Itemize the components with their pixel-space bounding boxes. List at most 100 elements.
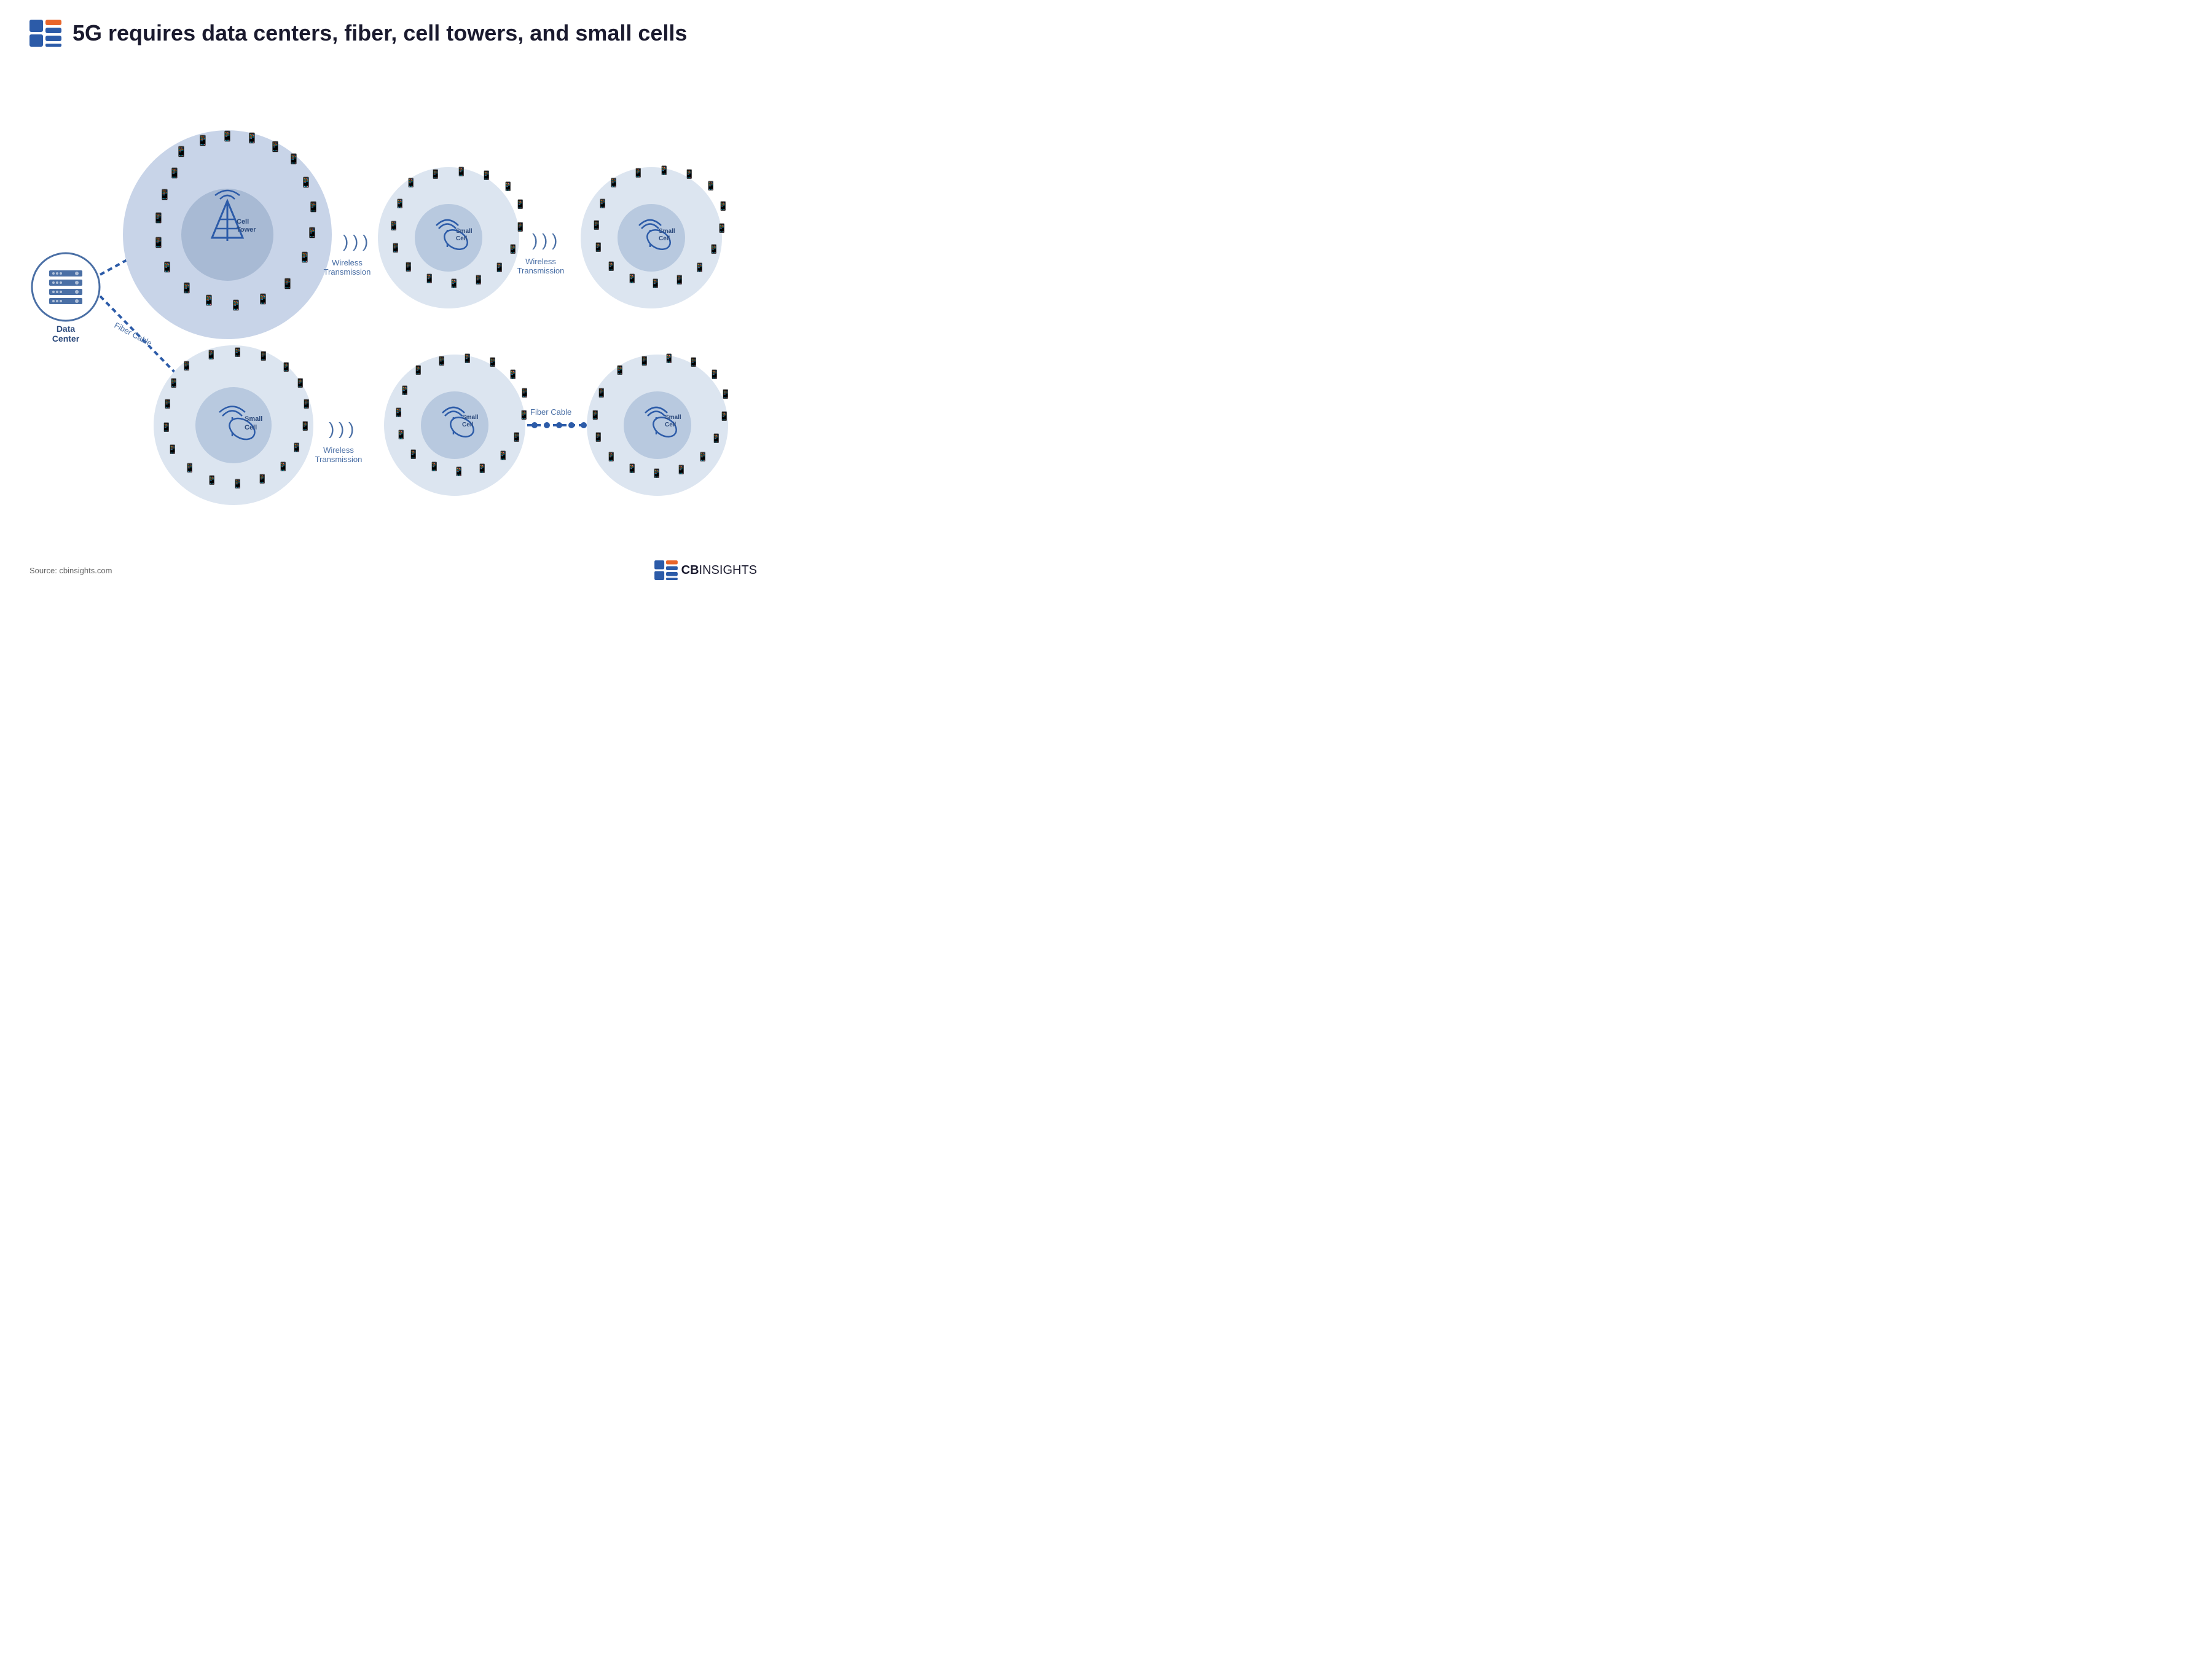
- svg-text:Transmission: Transmission: [324, 267, 371, 276]
- svg-text:📱: 📱: [508, 369, 518, 380]
- svg-text:📱: 📱: [591, 220, 602, 230]
- svg-text:📱: 📱: [627, 273, 637, 284]
- svg-text:📱: 📱: [152, 212, 165, 224]
- svg-text:): ): [532, 230, 538, 249]
- svg-text:Cell: Cell: [659, 235, 670, 242]
- svg-text:📱: 📱: [508, 244, 518, 254]
- svg-text:): ): [542, 230, 547, 249]
- svg-text:📱: 📱: [515, 222, 525, 232]
- svg-text:📱: 📱: [221, 130, 233, 142]
- svg-text:📱: 📱: [633, 168, 643, 178]
- svg-text:Cell: Cell: [462, 422, 474, 428]
- svg-text:📱: 📱: [719, 411, 729, 422]
- svg-text:📱: 📱: [232, 347, 243, 358]
- svg-text:): ): [552, 230, 557, 249]
- source-text: Source: cbinsights.com: [29, 566, 112, 575]
- svg-text:📱: 📱: [515, 199, 525, 210]
- svg-text:📱: 📱: [519, 410, 529, 420]
- svg-text:📱: 📱: [206, 350, 216, 360]
- svg-text:): ): [339, 419, 344, 438]
- svg-text:📱: 📱: [716, 223, 727, 233]
- svg-text:Small: Small: [245, 415, 262, 423]
- svg-text:📱: 📱: [307, 201, 320, 213]
- svg-text:Data: Data: [57, 324, 76, 334]
- svg-text:📱: 📱: [473, 275, 484, 285]
- svg-text:📱: 📱: [606, 261, 616, 272]
- svg-text:): ): [329, 419, 334, 438]
- svg-text:📱: 📱: [403, 262, 414, 272]
- page-title: 5G requires data centers, fiber, cell to…: [73, 21, 687, 45]
- svg-text:📱: 📱: [159, 189, 171, 200]
- svg-text:Small: Small: [665, 414, 681, 421]
- diagram-svg: Fiber Cable Fiber Cable Fiber Cable Data…: [0, 57, 786, 560]
- svg-text:📱: 📱: [664, 353, 674, 364]
- svg-text:📱: 📱: [456, 167, 466, 177]
- svg-text:📱: 📱: [705, 181, 716, 191]
- svg-text:📱: 📱: [494, 262, 504, 273]
- svg-text:📱: 📱: [288, 153, 300, 165]
- svg-text:Wireless: Wireless: [323, 445, 354, 455]
- svg-text:📱: 📱: [608, 178, 619, 188]
- svg-text:📱: 📱: [408, 449, 418, 460]
- svg-text:📱: 📱: [396, 429, 406, 440]
- svg-text:📱: 📱: [306, 227, 318, 238]
- svg-text:📱: 📱: [230, 299, 242, 311]
- svg-text:📱: 📱: [299, 251, 311, 263]
- svg-text:📱: 📱: [627, 463, 637, 474]
- svg-text:📱: 📱: [720, 389, 731, 399]
- svg-text:📱: 📱: [708, 244, 719, 254]
- footer: Source: cbinsights.com CBINSIGHTS: [0, 560, 786, 580]
- svg-text:📱: 📱: [449, 278, 459, 289]
- svg-text:📱: 📱: [436, 356, 447, 366]
- svg-text:Cell: Cell: [456, 235, 468, 242]
- svg-text:📱: 📱: [487, 357, 498, 367]
- svg-text:📱: 📱: [300, 421, 310, 431]
- svg-text:📱: 📱: [688, 357, 699, 367]
- svg-text:📱: 📱: [232, 479, 243, 489]
- svg-text:📱: 📱: [181, 361, 192, 371]
- svg-text:📱: 📱: [651, 468, 662, 479]
- svg-text:Transmission: Transmission: [315, 455, 363, 464]
- svg-text:📱: 📱: [291, 442, 302, 453]
- svg-text:📱: 📱: [203, 294, 215, 306]
- svg-text:📱: 📱: [593, 242, 603, 253]
- svg-text:📱: 📱: [697, 452, 708, 462]
- svg-text:📱: 📱: [168, 378, 179, 388]
- svg-text:📱: 📱: [257, 293, 269, 305]
- svg-text:): ): [363, 232, 368, 251]
- svg-text:Fiber Cable: Fiber Cable: [530, 407, 571, 417]
- diagram: Fiber Cable Fiber Cable Fiber Cable Data…: [0, 57, 786, 560]
- svg-text:📱: 📱: [676, 465, 686, 475]
- svg-text:📱: 📱: [258, 351, 269, 361]
- svg-text:📱: 📱: [246, 132, 258, 144]
- svg-text:📱: 📱: [161, 422, 171, 433]
- svg-text:📱: 📱: [639, 356, 649, 366]
- svg-text:📱: 📱: [278, 461, 288, 472]
- svg-text:Cell: Cell: [665, 422, 677, 428]
- svg-text:📱: 📱: [388, 221, 399, 231]
- svg-text:📱: 📱: [659, 165, 669, 176]
- svg-text:Small: Small: [456, 228, 473, 235]
- svg-text:📱: 📱: [295, 378, 305, 388]
- svg-text:📱: 📱: [161, 261, 173, 273]
- svg-text:📱: 📱: [152, 237, 165, 248]
- svg-text:📱: 📱: [674, 275, 684, 285]
- svg-text:📱: 📱: [650, 278, 661, 289]
- svg-text:📱: 📱: [424, 273, 434, 284]
- svg-text:📱: 📱: [503, 181, 513, 192]
- svg-text:Transmission: Transmission: [517, 266, 565, 275]
- svg-text:): ): [343, 232, 348, 251]
- svg-text:📱: 📱: [711, 433, 721, 444]
- svg-text:📱: 📱: [413, 365, 423, 375]
- svg-text:📱: 📱: [184, 463, 195, 473]
- svg-text:Tower: Tower: [237, 226, 256, 233]
- svg-text:📱: 📱: [590, 410, 600, 420]
- svg-text:📱: 📱: [162, 399, 173, 409]
- svg-text:Cell: Cell: [237, 218, 249, 226]
- svg-text:📱: 📱: [393, 407, 404, 418]
- svg-text:📱: 📱: [281, 278, 294, 289]
- svg-text:📱: 📱: [257, 474, 267, 484]
- svg-text:📱: 📱: [206, 475, 217, 485]
- svg-text:Center: Center: [52, 334, 80, 343]
- header: 5G requires data centers, fiber, cell to…: [0, 0, 786, 57]
